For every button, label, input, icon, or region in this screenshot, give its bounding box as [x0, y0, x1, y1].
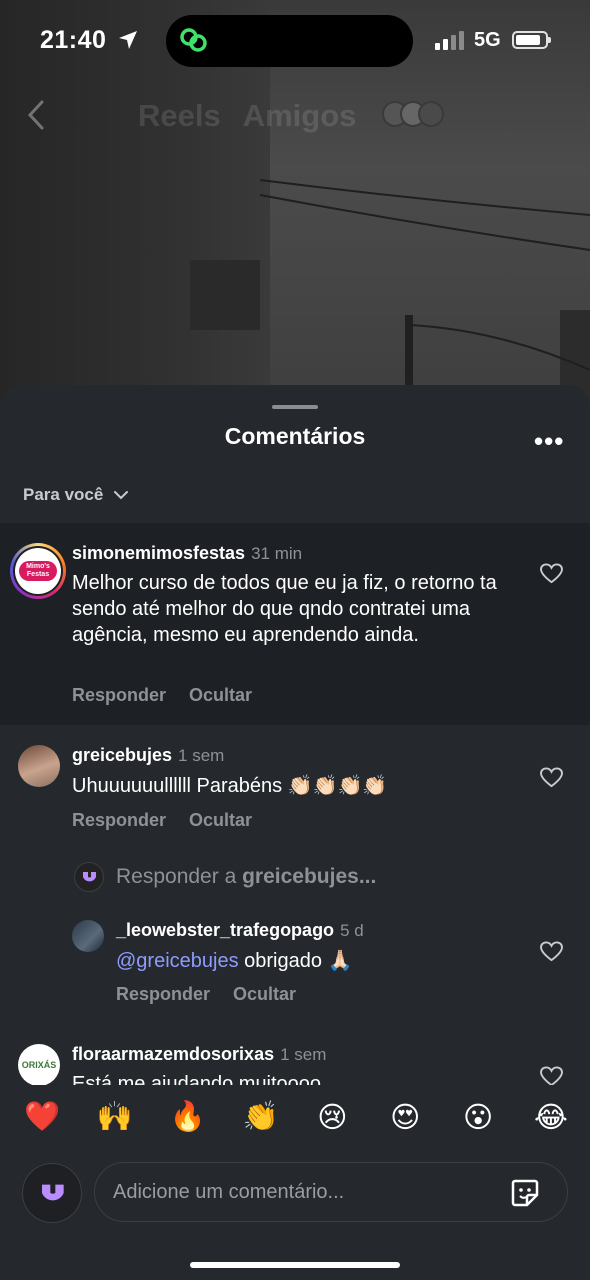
- reply-item: _leowebster_trafegopago 5 d @greicebujes …: [0, 903, 590, 1023]
- hide-button[interactable]: Ocultar: [189, 685, 252, 706]
- comment-text: @greicebujes obrigado 🙏🏻: [116, 948, 516, 974]
- comment-header: _leowebster_trafegopago 5 d: [116, 920, 364, 941]
- comment-filter-dropdown[interactable]: Para você: [23, 485, 129, 505]
- comment-username[interactable]: floraarmazemdosorixas: [72, 1044, 274, 1064]
- comment-username[interactable]: _leowebster_trafegopago: [116, 920, 334, 940]
- status-time: 21:40: [40, 26, 107, 54]
- emoji-surprised[interactable]: 😮: [461, 1100, 495, 1148]
- comment-text: Está me ajudando muitoooo: [72, 1073, 322, 1085]
- comment-time: 31 min: [251, 544, 303, 563]
- emoji-heart[interactable]: ❤️: [24, 1100, 60, 1148]
- sticker-icon[interactable]: [509, 1177, 541, 1209]
- comment-username[interactable]: greicebujes: [72, 745, 172, 765]
- tab-amigos[interactable]: Amigos: [243, 98, 357, 134]
- reel-tabs: Reels Amigos: [138, 98, 356, 134]
- comment-list[interactable]: Mimo's Festas simonemimosfestas 31 min Me…: [0, 523, 590, 1085]
- comment-actions: Responder Ocultar: [72, 810, 252, 831]
- friends-avatars[interactable]: [382, 101, 444, 127]
- avatar[interactable]: Mimo's Festas: [10, 543, 66, 599]
- link-icon: [180, 28, 207, 52]
- avatar-logo: ORIXÁS: [21, 1060, 57, 1070]
- emoji-laughing[interactable]: 😂: [534, 1100, 568, 1148]
- comment-input[interactable]: [113, 1177, 493, 1207]
- tab-reels[interactable]: Reels: [138, 98, 221, 134]
- comment-text: Uhuuuuuullllll Parabéns 👏🏻👏🏻👏🏻👏🏻: [72, 775, 388, 797]
- reply-text: obrigado 🙏🏻: [238, 950, 353, 972]
- like-heart-icon[interactable]: [540, 941, 563, 962]
- emoji-crying[interactable]: 😢: [315, 1100, 349, 1148]
- like-heart-icon[interactable]: [540, 1066, 563, 1085]
- emoji-raised-hands[interactable]: 🙌: [97, 1100, 133, 1148]
- emoji-clap[interactable]: 👏: [243, 1100, 279, 1148]
- reply-to-prompt[interactable]: Responder a greicebujes...: [74, 862, 376, 892]
- comment-time: 1 sem: [178, 746, 225, 765]
- sheet-drag-handle[interactable]: [272, 405, 318, 409]
- status-bar: 21:40 5G: [0, 0, 590, 82]
- emoji-fire[interactable]: 🔥: [170, 1100, 206, 1148]
- comment-text: Melhor curso de todos que eu ja fiz, o r…: [72, 572, 497, 646]
- avatar: [418, 101, 444, 127]
- emoji-heart-eyes[interactable]: 😍: [388, 1100, 422, 1148]
- composer-avatar: [22, 1163, 82, 1223]
- battery-icon: [512, 31, 551, 49]
- avatar[interactable]: [18, 745, 60, 787]
- signal-icon: [435, 31, 464, 50]
- magnet-icon: [83, 872, 96, 882]
- home-indicator[interactable]: [190, 1262, 400, 1268]
- network-type: 5G: [474, 29, 501, 51]
- reply-prompt-prefix: Responder a: [116, 865, 243, 888]
- magnet-icon: [42, 1184, 64, 1201]
- location-arrow-icon: [119, 31, 137, 49]
- comment-item: ORIXÁS floraarmazemdosorixas 1 sem Está m…: [0, 1023, 590, 1085]
- comment-time: 5 d: [340, 921, 364, 940]
- mention-link[interactable]: @greicebujes: [116, 950, 239, 972]
- comment-item: greicebujes 1 sem Uhuuuuuullllll Parabéns…: [0, 725, 590, 855]
- sheet-title: Comentários: [224, 423, 366, 449]
- like-heart-icon[interactable]: [540, 563, 563, 584]
- comment-composer: [94, 1162, 568, 1222]
- comment-header: simonemimosfestas 31 min: [72, 543, 302, 564]
- comment-actions: Responder Ocultar: [72, 685, 252, 706]
- comment-time: 1 sem: [280, 1045, 327, 1064]
- comment-username[interactable]: simonemimosfestas: [72, 543, 245, 563]
- avatar[interactable]: [72, 920, 104, 952]
- avatar[interactable]: ORIXÁS: [18, 1044, 60, 1085]
- comment-header: greicebujes 1 sem: [72, 745, 224, 766]
- comment-header: floraarmazemdosorixas 1 sem: [72, 1044, 326, 1065]
- avatar-logo: Mimo's Festas: [19, 561, 57, 581]
- like-heart-icon[interactable]: [540, 767, 563, 788]
- comment-item: Mimo's Festas simonemimosfestas 31 min Me…: [0, 523, 590, 725]
- reply-button[interactable]: Responder: [116, 984, 210, 1005]
- hide-button[interactable]: Ocultar: [189, 810, 252, 831]
- my-avatar: [74, 862, 104, 892]
- comment-actions: Responder Ocultar: [116, 984, 296, 1005]
- chevron-down-icon: [114, 491, 129, 500]
- back-chevron-icon[interactable]: [22, 98, 52, 132]
- hide-button[interactable]: Ocultar: [233, 984, 296, 1005]
- filter-label: Para você: [23, 485, 104, 504]
- more-options-icon[interactable]: •••: [534, 426, 564, 457]
- reply-prompt-user: greicebujes...: [242, 865, 377, 888]
- emoji-reaction-bar: ❤️ 🙌 🔥 👏 😢 😍 😮 😂: [0, 1100, 590, 1148]
- reply-button[interactable]: Responder: [72, 685, 166, 706]
- reply-button[interactable]: Responder: [72, 810, 166, 831]
